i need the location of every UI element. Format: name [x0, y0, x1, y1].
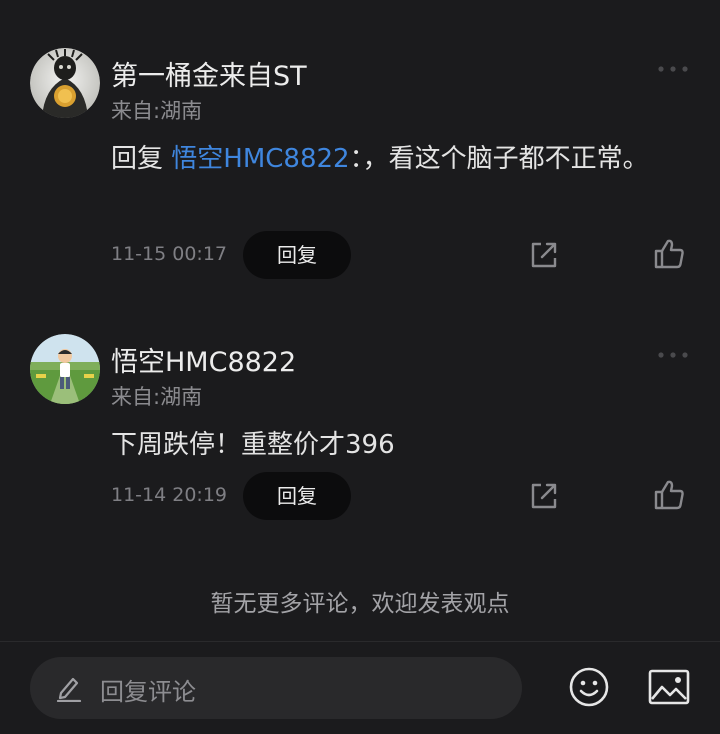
reply-button[interactable]: 回复: [243, 472, 351, 520]
reply-bar: 回复评论: [0, 641, 720, 734]
comment-text: 回复 悟空HMC8822：，看这个脑子都不正常。: [111, 136, 691, 182]
cartoon-boy-avatar-icon: [30, 334, 100, 404]
comment-actions: 11-14 20:19 回复: [0, 472, 720, 520]
timestamp: 11-14 20:19: [111, 484, 228, 506]
mention-link[interactable]: 悟空HMC8822: [171, 144, 349, 174]
thumbs-up-icon[interactable]: [652, 237, 686, 271]
reply-input[interactable]: 回复评论: [30, 657, 522, 719]
share-icon[interactable]: [528, 480, 560, 512]
avatar[interactable]: [30, 48, 100, 118]
pen-icon: [56, 677, 82, 702]
avatar[interactable]: [30, 334, 100, 404]
reply-input-placeholder: 回复评论: [100, 678, 196, 706]
image-icon[interactable]: [647, 668, 691, 706]
comment-body: ：，看这个脑子都不正常。: [349, 144, 649, 174]
dark-figure-avatar-icon: [30, 48, 100, 118]
reply-button[interactable]: 回复: [243, 231, 351, 279]
location-label: 来自:湖南: [111, 385, 203, 409]
no-more-comments-text: 暂无更多评论，欢迎发表观点: [210, 591, 510, 617]
timestamp: 11-15 00:17: [111, 243, 228, 265]
comment-text: 下周跌停！重整价才396: [111, 430, 395, 460]
share-icon[interactable]: [528, 239, 560, 271]
comment-actions: 11-15 00:17 回复: [0, 231, 720, 279]
location-label: 来自:湖南: [111, 99, 203, 123]
emoji-icon[interactable]: [568, 666, 610, 708]
username[interactable]: 悟空HMC8822: [111, 340, 296, 379]
username[interactable]: 第一桶金来自ST: [111, 54, 307, 93]
more-icon[interactable]: [656, 350, 690, 360]
thumbs-up-icon[interactable]: [652, 478, 686, 512]
more-icon[interactable]: [656, 64, 690, 74]
reply-prefix: 回复: [111, 144, 172, 174]
